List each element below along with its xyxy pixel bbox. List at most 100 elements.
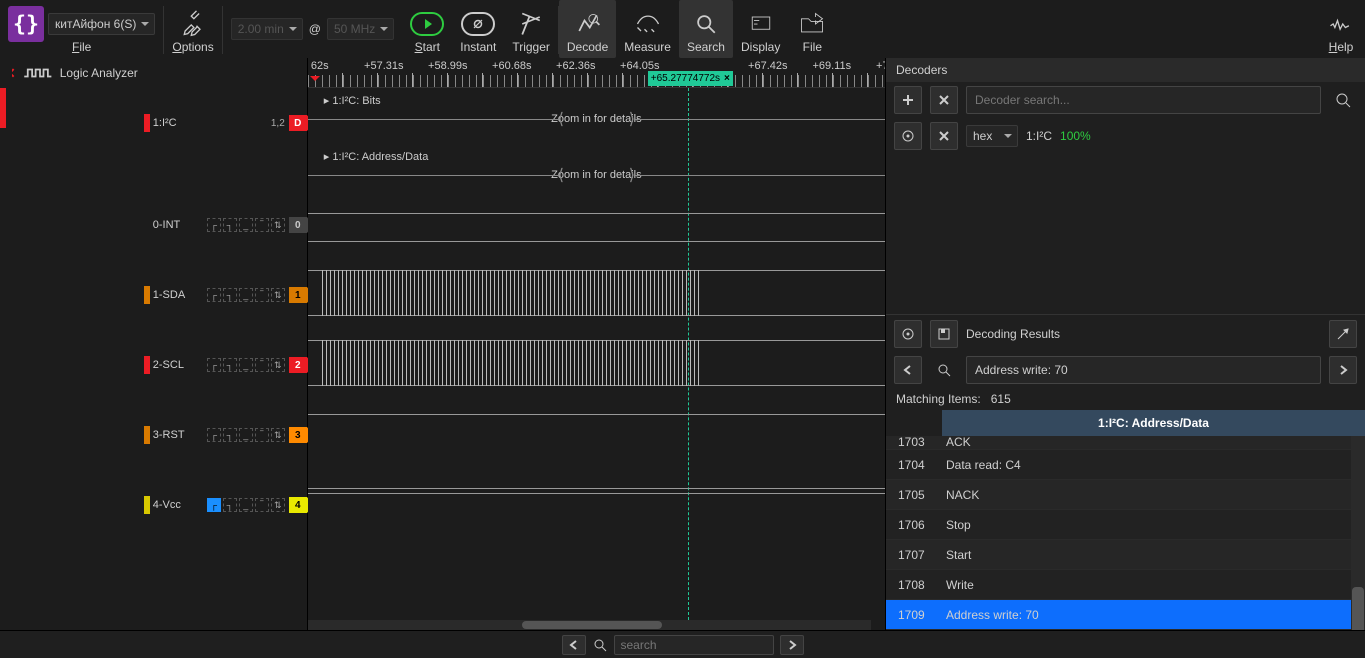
options-menu[interactable]: Options (164, 0, 221, 58)
results-save-button[interactable] (930, 320, 958, 348)
trigger-falling-icon[interactable]: ┐ (223, 218, 237, 232)
cursor-flag[interactable]: +65.27774772s× (648, 71, 733, 86)
result-index: 1708 (886, 578, 942, 592)
play-icon (410, 12, 444, 36)
trigger-low-icon[interactable]: _ (239, 288, 253, 302)
trigger-rising-icon[interactable]: ┌ (207, 428, 221, 442)
decoder-search-input[interactable]: Decoder search... (966, 86, 1321, 114)
trigger-falling-icon[interactable]: ┐ (223, 428, 237, 442)
trigger-low-icon[interactable]: _ (239, 358, 253, 372)
decoder-lane-addr[interactable]: ⟨ Zoom in for details ⟩ (308, 166, 885, 184)
decoder-delete-button[interactable] (930, 122, 958, 150)
result-row[interactable]: 1709Address write: 70 (886, 600, 1365, 630)
result-row[interactable]: 1705NACK (886, 480, 1365, 510)
format-combo[interactable]: hex (966, 125, 1018, 147)
results-next-button[interactable] (1329, 356, 1357, 384)
ruler-tick-label: +58.99s (428, 60, 467, 72)
file2-button[interactable]: File (788, 0, 836, 58)
trigger-icon (515, 8, 547, 40)
results-locate-button[interactable] (1329, 320, 1357, 348)
trigger-high-icon[interactable]: ‾ (255, 288, 269, 302)
trigger-edge-icon[interactable]: ⇅ (271, 218, 285, 232)
signal-lane-4[interactable] (308, 488, 885, 494)
channel-row[interactable]: 2-SCL┌┐_‾⇅2 (138, 356, 307, 374)
trigger-low-icon[interactable]: _ (239, 218, 253, 232)
channel-row[interactable]: 0-INT┌┐_‾⇅0 (138, 216, 307, 234)
trigger-rising-icon[interactable]: ┌ (207, 288, 221, 302)
display-icon (745, 8, 777, 40)
result-row[interactable]: 1706Stop (886, 510, 1365, 540)
channel-label: 1-SDA (153, 289, 207, 301)
remove-decoder-button[interactable] (930, 86, 958, 114)
bottom-search-icon (592, 638, 608, 652)
help-menu[interactable]: Help (1317, 0, 1365, 58)
decoder-name-label: 1:I²C (1026, 129, 1052, 143)
start-button[interactable]: Start (402, 0, 452, 58)
result-row[interactable]: 1703ACK (886, 436, 1365, 450)
close-cursor-icon[interactable]: × (724, 73, 730, 84)
trigger-marker-icon (310, 76, 320, 86)
channel-row[interactable]: 1-SDA┌┐_‾⇅1 (138, 286, 307, 304)
tab-indicator (0, 88, 6, 128)
results-column-header[interactable]: 1:I²C: Address/Data (942, 410, 1365, 436)
trigger-edge-icon[interactable]: ⇅ (271, 428, 285, 442)
results-settings-button[interactable] (894, 320, 922, 348)
file-menu[interactable]: {} китАйфон 6(S) File (0, 0, 163, 58)
ruler-tick-label: 62s (311, 60, 329, 72)
signal-lane-1[interactable] (308, 270, 885, 316)
signal-lane-3[interactable] (308, 414, 885, 454)
decoder-badge: D (289, 115, 307, 131)
trigger-low-icon[interactable]: _ (239, 498, 253, 512)
results-vertical-scrollbar[interactable] (1351, 436, 1365, 630)
result-row[interactable]: 1707Start (886, 540, 1365, 570)
search-go-icon[interactable] (1329, 86, 1357, 114)
search-button[interactable]: Search (679, 0, 733, 58)
trigger-low-icon[interactable]: _ (239, 428, 253, 442)
signal-lane-0[interactable] (308, 236, 885, 246)
analyzer-tab-label: Logic Analyzer (60, 66, 138, 80)
decode-button[interactable]: Decode (559, 0, 616, 58)
freq-combo[interactable]: 50 MHz (327, 18, 394, 40)
svg-text:{}: {} (13, 12, 39, 37)
channel-label: 2-SCL (153, 359, 207, 371)
trigger-high-icon[interactable]: ‾ (255, 358, 269, 372)
decoder-lane-bits[interactable]: ⟨ Zoom in for details ⟩ (308, 110, 885, 128)
add-decoder-button[interactable] (894, 86, 922, 114)
channel-row[interactable]: 3-RST┌┐_‾⇅3 (138, 426, 307, 444)
channel-row[interactable]: 4-Vcc┌┐_‾⇅4 (138, 496, 307, 514)
measure-button[interactable]: Measure (616, 0, 679, 58)
bottom-prev-button[interactable] (562, 635, 586, 655)
results-search-input[interactable]: Address write: 70 (966, 356, 1321, 384)
trigger-falling-icon[interactable]: ┐ (223, 288, 237, 302)
result-index: 1707 (886, 548, 942, 562)
channel-badge: 3 (289, 427, 307, 443)
time-ruler[interactable]: 62s+57.31s+58.99s+60.68s+62.36s+64.05s+6… (308, 58, 885, 88)
time-combo[interactable]: 2.00 min (231, 18, 303, 40)
ruler-tick-label: +70.79s (876, 60, 885, 72)
display-button[interactable]: Display (733, 0, 788, 58)
trigger-falling-icon[interactable]: ┐ (223, 498, 237, 512)
session-combo[interactable]: китАйфон 6(S) (48, 13, 155, 35)
result-row[interactable]: 1708Write (886, 570, 1365, 600)
decoder-channel-i2c[interactable]: 1:I²C 1,2 D (138, 114, 307, 132)
trigger-edge-icon[interactable]: ⇅ (271, 358, 285, 372)
ruler-tick-label: +60.68s (492, 60, 531, 72)
bottom-search-input[interactable]: search (614, 635, 774, 655)
trigger-falling-icon[interactable]: ┐ (223, 358, 237, 372)
trigger-rising-icon[interactable]: ┌ (207, 218, 221, 232)
trigger-rising-icon[interactable]: ┌ (207, 498, 221, 512)
trigger-rising-icon[interactable]: ┌ (207, 358, 221, 372)
results-prev-button[interactable] (894, 356, 922, 384)
trigger-high-icon[interactable]: ‾ (255, 498, 269, 512)
trigger-button[interactable]: Trigger (504, 0, 558, 58)
signal-lane-2[interactable] (308, 340, 885, 386)
trigger-edge-icon[interactable]: ⇅ (271, 288, 285, 302)
trigger-edge-icon[interactable]: ⇅ (271, 498, 285, 512)
bottom-next-button[interactable] (780, 635, 804, 655)
instant-button[interactable]: Instant (452, 0, 504, 58)
trigger-high-icon[interactable]: ‾ (255, 218, 269, 232)
trigger-high-icon[interactable]: ‾ (255, 428, 269, 442)
decoder-settings-button[interactable] (894, 122, 922, 150)
horizontal-scrollbar[interactable] (308, 620, 871, 630)
result-row[interactable]: 1704Data read: C4 (886, 450, 1365, 480)
